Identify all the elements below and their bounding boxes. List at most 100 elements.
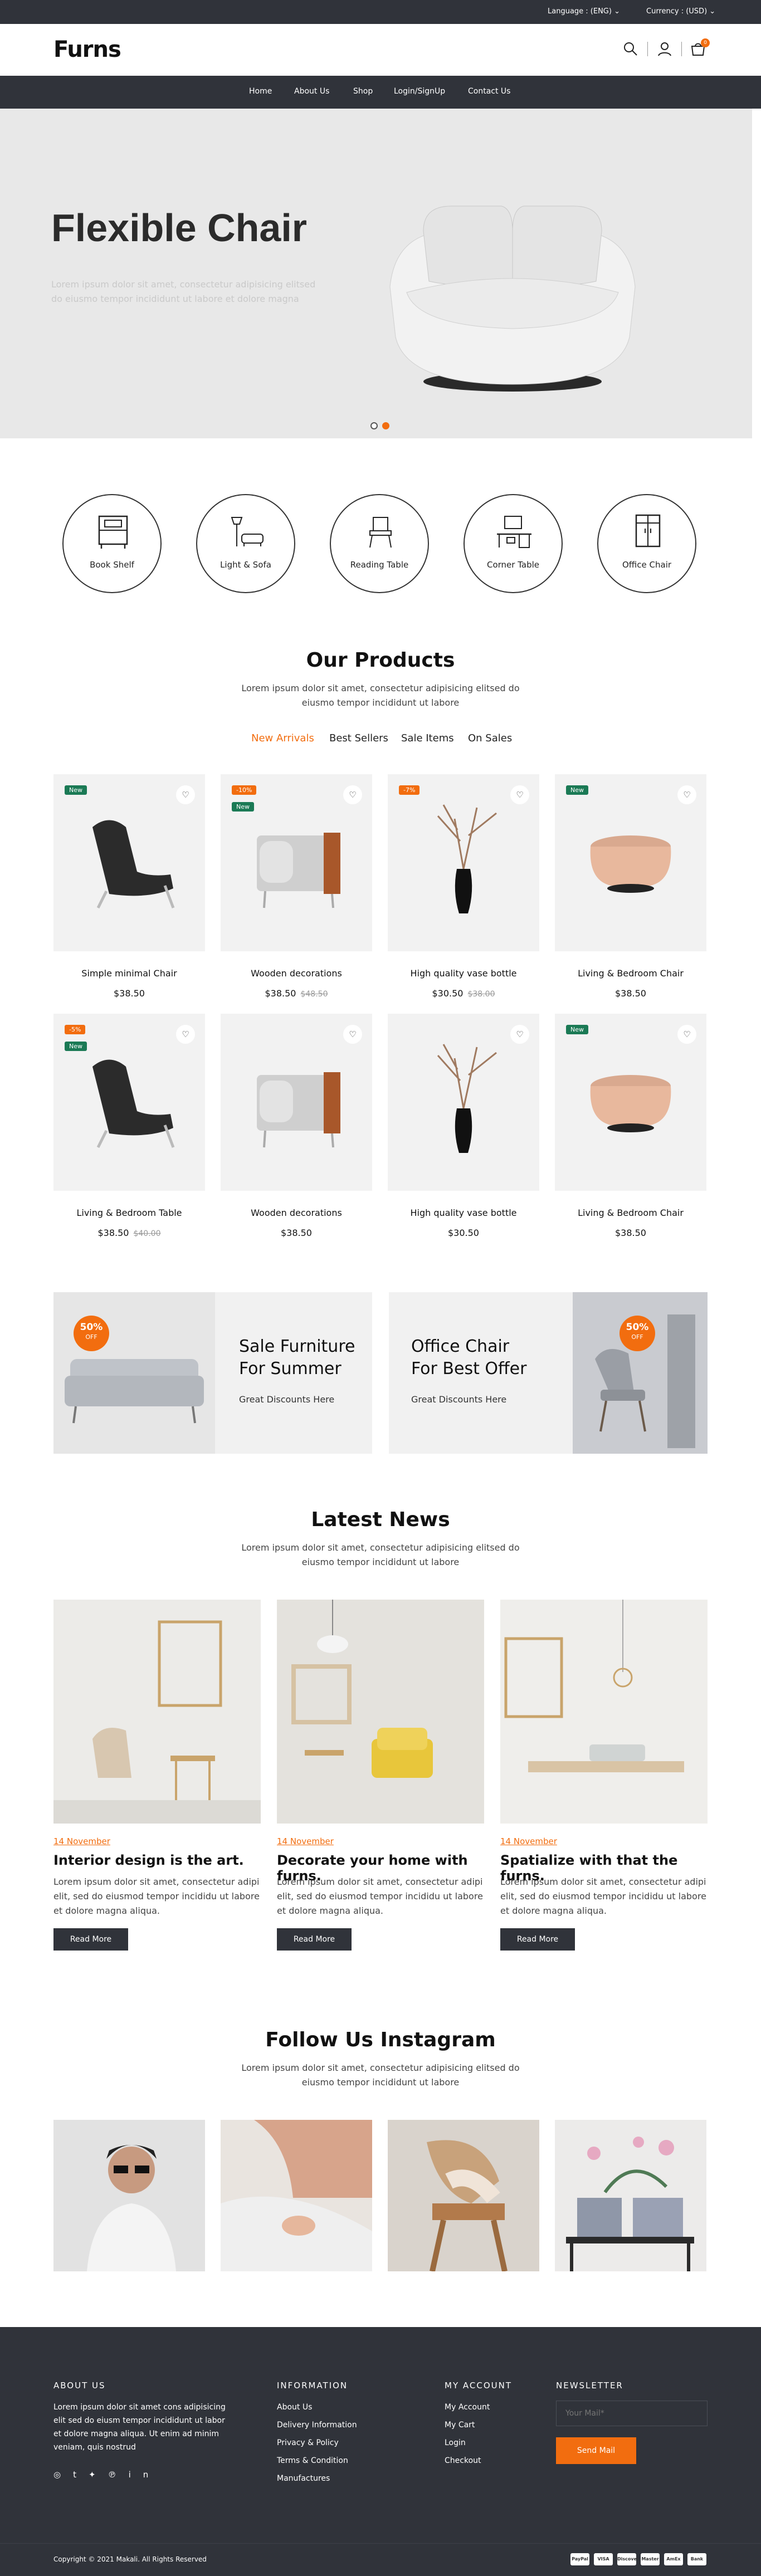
nav-login-signup[interactable]: Login/SignUp <box>394 87 445 96</box>
product-price: $38.50 <box>615 988 646 999</box>
footer-link-my-cart[interactable]: My Cart <box>445 2421 475 2430</box>
heart-icon[interactable]: ♡ <box>510 1025 529 1044</box>
product-name[interactable]: Wooden decorations <box>221 968 372 979</box>
slider-dot-1[interactable] <box>370 422 378 429</box>
sofa-image <box>53 1292 215 1454</box>
paypal-icon: PayPal <box>570 2553 589 2565</box>
tab-best-sellers[interactable]: Best Sellers <box>329 732 388 744</box>
product-price: $38.50 <box>615 1228 646 1238</box>
lamp-sofa-icon <box>231 517 264 546</box>
news-date[interactable]: 14 November <box>500 1836 557 1846</box>
logo[interactable]: Furns <box>53 37 121 62</box>
news-image[interactable] <box>500 1600 708 1824</box>
products-title: Our Products <box>306 649 455 672</box>
footer-link-delivery[interactable]: Delivery Information <box>277 2421 357 2430</box>
footer-about-text: Lorem ipsum dolor sit amet cons adipisic… <box>53 2403 226 2452</box>
mastercard-icon: Master <box>641 2553 660 2565</box>
language-selector[interactable]: Language : (ENG) ⌄ <box>548 7 620 16</box>
category-corner-table[interactable]: Corner Table <box>464 494 563 593</box>
slider-dot-2-active[interactable] <box>382 422 389 429</box>
heart-icon[interactable]: ♡ <box>677 785 696 804</box>
product-name[interactable]: Living & Bedroom Table <box>53 1208 205 1218</box>
read-more-button[interactable]: Read More <box>277 1928 352 1951</box>
divider <box>647 42 648 56</box>
promo-banner-office-chair[interactable]: 50% OFF Office Chair For Best Offer Great… <box>389 1292 708 1454</box>
top-bar: Language : (ENG) ⌄ Currency : (USD) ⌄ <box>0 0 761 24</box>
news-title: Latest News <box>311 1508 450 1531</box>
tumblr-icon[interactable]: t <box>73 2470 89 2480</box>
heart-icon[interactable]: ♡ <box>677 1025 696 1044</box>
category-light-sofa[interactable]: Light & Sofa <box>196 494 295 593</box>
site-header: Furns 0 <box>0 24 761 76</box>
product-name[interactable]: Living & Bedroom Chair <box>555 1208 706 1218</box>
promo-banner-summer[interactable]: 50% OFF Sale Furniture For Summer Great D… <box>53 1292 372 1454</box>
copyright-text: Copyright © 2021 Makali. All Rights Rese… <box>53 2555 207 2563</box>
new-badge: New <box>232 802 254 812</box>
instagram-photo[interactable] <box>388 2120 539 2271</box>
banner-subtitle: Great Discounts Here <box>411 1394 507 1405</box>
news-excerpt: Lorem ipsum dolor sit amet, consectetur … <box>53 1876 260 1916</box>
nav-about-us[interactable]: About Us <box>294 87 329 96</box>
news-date[interactable]: 14 November <box>277 1836 334 1846</box>
send-mail-button[interactable]: Send Mail <box>556 2437 636 2464</box>
dribbble-icon[interactable]: ◎ <box>53 2470 73 2480</box>
news-subtitle-line1: Lorem ipsum dolor sit amet, consectetur … <box>241 1542 520 1553</box>
news-subtitle-line2: eiusmo tempor incididunt ut labore <box>301 1557 460 1567</box>
footer-link-about-us[interactable]: About Us <box>277 2403 312 2412</box>
hero-slider: Flexible Chair Lorem ipsum dolor sit ame… <box>0 109 752 438</box>
heart-icon[interactable]: ♡ <box>343 1025 362 1044</box>
read-more-button[interactable]: Read More <box>500 1928 575 1951</box>
nav-shop[interactable]: Shop <box>353 87 373 96</box>
discount-badge: -5% <box>65 1025 86 1034</box>
heart-icon[interactable]: ♡ <box>176 785 195 804</box>
news-image[interactable] <box>277 1600 484 1824</box>
category-office-chair[interactable]: Office Chair <box>597 494 696 593</box>
news-headline[interactable]: Interior design is the art. <box>53 1852 244 1868</box>
product-name[interactable]: Living & Bedroom Chair <box>555 968 706 979</box>
footer-link-privacy[interactable]: Privacy & Policy <box>277 2438 339 2447</box>
linkedin-icon[interactable]: in <box>129 2470 161 2480</box>
instagram-photo[interactable] <box>221 2120 372 2271</box>
nav-home[interactable]: Home <box>249 87 272 96</box>
heart-icon[interactable]: ♡ <box>176 1025 195 1044</box>
hero-title: Flexible Chair <box>51 206 308 250</box>
newsletter-email-input[interactable] <box>556 2401 708 2426</box>
discover-icon: Discover <box>617 2553 639 2565</box>
footer-link-checkout[interactable]: Checkout <box>445 2456 481 2465</box>
product-name[interactable]: High quality vase bottle <box>388 968 539 979</box>
footer-link-my-account[interactable]: My Account <box>445 2403 490 2412</box>
product-name[interactable]: High quality vase bottle <box>388 1208 539 1218</box>
product-name[interactable]: Wooden decorations <box>221 1208 372 1218</box>
instagram-photo[interactable] <box>555 2120 706 2271</box>
pinterest-icon[interactable]: ℗ <box>108 2470 129 2480</box>
tab-on-sales[interactable]: On Sales <box>468 732 512 744</box>
user-icon[interactable] <box>656 41 673 57</box>
category-book-shelf[interactable]: Book Shelf <box>62 494 162 593</box>
category-label: Book Shelf <box>90 560 134 570</box>
product-name[interactable]: Simple minimal Chair <box>53 968 205 979</box>
news-image[interactable] <box>53 1600 261 1824</box>
divider <box>681 42 682 56</box>
new-badge: New <box>65 785 87 795</box>
product-price: $38.50 $40.00 <box>97 1228 161 1238</box>
footer-link-manufactures[interactable]: Manufactures <box>277 2474 330 2483</box>
footer-newsletter-title: NEWSLETTER <box>556 2381 623 2391</box>
discount-badge: -7% <box>399 785 420 795</box>
amex-icon: AmEx <box>664 2553 683 2565</box>
nav-contact-us[interactable]: Contact Us <box>468 87 510 96</box>
category-reading-table[interactable]: Reading Table <box>330 494 429 593</box>
footer-link-login[interactable]: Login <box>445 2438 466 2447</box>
heart-icon[interactable]: ♡ <box>343 785 362 804</box>
tab-sale-items[interactable]: Sale Items <box>401 732 454 744</box>
instagram-photo[interactable] <box>53 2120 205 2271</box>
tab-new-arrivals[interactable]: New Arrivals <box>251 732 314 744</box>
search-icon[interactable] <box>622 41 639 57</box>
read-more-button[interactable]: Read More <box>53 1928 128 1951</box>
footer-link-terms[interactable]: Terms & Condition <box>277 2456 348 2465</box>
main-nav: Home About Us Shop Login/SignUp Contact … <box>0 76 761 109</box>
twitter-icon[interactable]: ✦ <box>89 2470 108 2480</box>
news-date[interactable]: 14 November <box>53 1836 110 1846</box>
product-price: $30.50 <box>448 1228 479 1238</box>
currency-selector[interactable]: Currency : (USD) ⌄ <box>646 7 715 16</box>
heart-icon[interactable]: ♡ <box>510 785 529 804</box>
